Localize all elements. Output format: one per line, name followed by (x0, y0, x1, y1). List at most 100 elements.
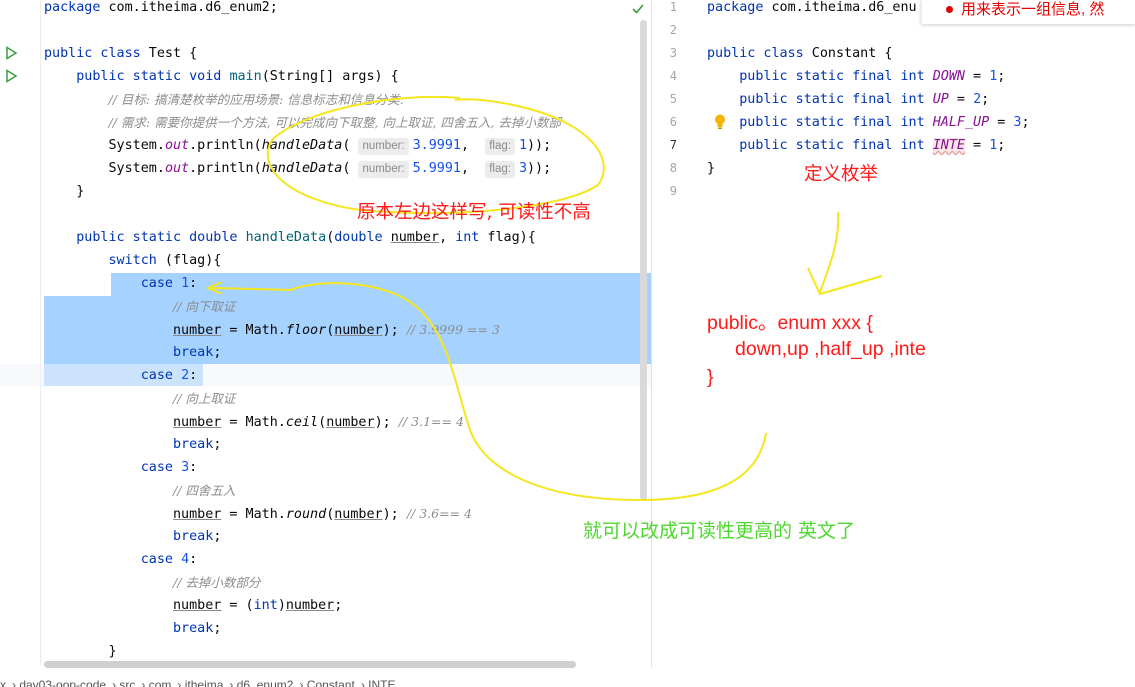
lightbulb-icon[interactable] (713, 113, 727, 131)
code-token: System. (44, 161, 165, 176)
code-token: (String[] args) { (261, 69, 399, 84)
code-line-text: } (44, 640, 116, 663)
code-line-text: package com.itheima.d6_enum2; (44, 0, 278, 19)
vertical-scrollbar[interactable] (640, 20, 647, 500)
run-class-icon[interactable] (4, 46, 18, 60)
code-token: round (285, 507, 327, 522)
code-token: number (334, 507, 383, 522)
annotation-note-left: 原本左边这样写, 可读性不高 (357, 202, 591, 223)
code-line-text: } (707, 157, 715, 180)
code-token: number (173, 323, 222, 338)
code-token: public static void (76, 69, 222, 84)
code-token: number (390, 230, 440, 245)
code-token: number (326, 415, 375, 430)
line-number: 4 (669, 69, 677, 83)
code-token: handleData (261, 161, 343, 176)
code-line-text: System.out.println(handleData( number: 3.… (44, 134, 551, 157)
breadcrumb-item[interactable]: › d6_enum2 (229, 678, 293, 687)
code-token: break (173, 529, 214, 544)
code-token: , (439, 230, 456, 245)
breadcrumb-item[interactable]: › INTE (361, 678, 396, 687)
line-number: 5 (669, 92, 677, 106)
code-token: Test { (140, 46, 198, 61)
code-token: HALF_UP (932, 115, 990, 130)
line-number: 3 (669, 46, 677, 60)
code-token: System. (44, 138, 165, 153)
code-token: number (334, 323, 383, 338)
code-token: com.itheima.d6_enum2; (100, 0, 278, 15)
code-line-text: // 向上取证 (44, 387, 235, 411)
breadcrumb-item[interactable]: › day03-oop-code (12, 678, 106, 687)
line-number: 1 (669, 0, 677, 14)
code-token: = ( (221, 598, 254, 613)
code-line-text: } (44, 180, 84, 203)
code-token: INTE (932, 138, 965, 153)
code-token: : (189, 552, 198, 567)
code-token: break (173, 437, 214, 452)
code-token: ; (334, 598, 343, 613)
code-token: ceil (285, 415, 319, 430)
code-token: floor (285, 323, 327, 338)
annotation-note-bottom: 就可以改成可读性更高的 英文了 (583, 520, 856, 542)
code-token: )); (527, 161, 552, 176)
code-token: ( (318, 415, 327, 430)
code-token: ); (374, 415, 399, 430)
code-token: = (948, 92, 974, 107)
breadcrumb-item[interactable]: › com (141, 678, 171, 687)
code-line-text: public class Constant { (707, 42, 892, 65)
gutter-divider (40, 0, 41, 665)
code-token: = (965, 138, 990, 153)
code-line-text: switch (flag){ (44, 249, 222, 272)
code-token: public static final int (739, 69, 925, 84)
line-number: 6 (669, 115, 677, 129)
breadcrumb-item[interactable]: › itheima (177, 678, 223, 687)
code-token: handleData (245, 230, 327, 245)
horizontal-scrollbar[interactable] (44, 661, 576, 668)
code-token: flag){ (479, 230, 536, 245)
code-token: case (140, 460, 173, 475)
code-token: , (461, 138, 486, 153)
code-token: : (189, 276, 198, 291)
parameter-hint: flag: (485, 138, 515, 155)
code-token: com.itheima.d6_enu (763, 0, 917, 15)
code-token: = (989, 115, 1014, 130)
parameter-hint: flag: (485, 161, 515, 178)
code-token: public static final int (739, 115, 925, 130)
breadcrumb-item[interactable]: › Constant (299, 678, 354, 687)
code-line-text: case 3: (44, 456, 197, 479)
breadcrumb-item[interactable]: › src (112, 678, 135, 687)
left-editor[interactable]: package com.itheima.d6_enum2;public clas… (0, 0, 651, 687)
code-line-text: public static void main(String[] args) { (44, 65, 399, 88)
code-line-text: System.out.println(handleData( number: 5.… (44, 157, 551, 180)
annotation-note-define: 定义枚举 (804, 164, 879, 185)
breadcrumb-item[interactable]: x (0, 678, 6, 687)
code-line-text: public class Test { (44, 42, 197, 65)
code-line-text: public static final int INTE = 1; (707, 134, 1005, 157)
code-token: (flag){ (156, 253, 222, 268)
breadcrumb[interactable]: x › day03-oop-code › src › com › itheima › d6… (0, 675, 1135, 687)
code-line-text: break; (44, 433, 221, 456)
code-token: ; (213, 529, 222, 544)
annotation-enum-line3: } (707, 366, 714, 388)
run-main-icon[interactable] (4, 69, 18, 83)
code-token: number (173, 598, 222, 613)
code-token: public static double (76, 230, 238, 245)
code-token: handleData (261, 138, 343, 153)
